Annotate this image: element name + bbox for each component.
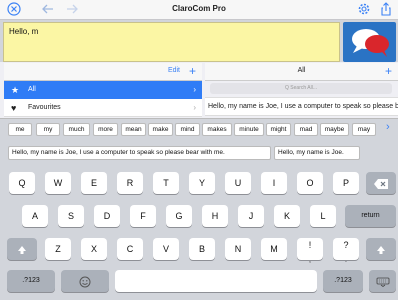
numbers-key-right[interactable]: .?123: [323, 270, 363, 292]
add-category-button[interactable]: +: [189, 64, 196, 78]
heart-icon: ♥: [11, 103, 17, 113]
phrase-search-input[interactable]: Q Search All...: [210, 83, 392, 94]
more-predictions-chevron-icon[interactable]: ›: [386, 121, 390, 133]
key-sub-char: ,: [309, 257, 311, 264]
phrases-title: All: [297, 67, 306, 74]
key-m[interactable]: M: [261, 238, 287, 260]
shift-key-right[interactable]: [366, 238, 396, 260]
word-prediction[interactable]: minute: [234, 123, 264, 136]
key-k[interactable]: K: [274, 205, 300, 227]
word-prediction[interactable]: may: [352, 123, 376, 136]
add-phrase-button[interactable]: +: [385, 64, 392, 78]
hide-keyboard-key[interactable]: [369, 270, 396, 292]
phrase-item[interactable]: Hello, my name is Joe, I use a computer …: [205, 97, 398, 116]
emoji-key[interactable]: [61, 270, 109, 292]
key-e[interactable]: E: [81, 172, 107, 194]
shift-key-left[interactable]: [7, 238, 37, 260]
key-s[interactable]: S: [58, 205, 84, 227]
sentence-prediction[interactable]: Hello, my name is Joe, I use a computer …: [8, 146, 271, 160]
star-icon: ★: [11, 85, 20, 95]
share-icon[interactable]: [378, 2, 394, 18]
phrases-header: All +: [205, 63, 398, 81]
word-prediction[interactable]: more: [93, 123, 118, 136]
top-toolbar: ClaroCom Pro: [0, 0, 398, 20]
category-label: All: [28, 86, 36, 93]
key-j[interactable]: J: [238, 205, 264, 227]
categories-header: Edit +: [4, 63, 202, 81]
word-prediction[interactable]: mind: [175, 123, 200, 136]
key-n[interactable]: N: [225, 238, 251, 260]
key-t[interactable]: T: [153, 172, 179, 194]
backspace-icon: [373, 178, 389, 189]
key-l[interactable]: L: [310, 205, 336, 227]
word-prediction[interactable]: might: [266, 123, 291, 136]
key-p[interactable]: P: [333, 172, 359, 194]
app-title: ClaroCom Pro: [172, 4, 226, 13]
chevron-right-icon: ›: [193, 85, 196, 94]
category-label: Favourites: [28, 104, 61, 111]
category-item-favourites[interactable]: ♥ Favourites ›: [4, 99, 202, 117]
key-main-char: !: [308, 240, 312, 250]
settings-gear-icon[interactable]: [356, 2, 372, 18]
message-text-area[interactable]: Hello, m: [3, 22, 340, 62]
return-key[interactable]: return: [345, 205, 396, 227]
key-sub-char: .: [345, 257, 347, 264]
key-v[interactable]: V: [153, 238, 179, 260]
word-prediction[interactable]: makes: [202, 123, 232, 136]
keyboard-hide-icon: [376, 276, 390, 287]
key-r[interactable]: R: [117, 172, 143, 194]
key-b[interactable]: B: [189, 238, 215, 260]
numbers-key-left[interactable]: .?123: [7, 270, 55, 292]
word-prediction[interactable]: maybe: [320, 123, 349, 136]
key-h[interactable]: H: [202, 205, 228, 227]
word-prediction[interactable]: mean: [121, 123, 146, 136]
key-x[interactable]: X: [81, 238, 107, 260]
word-prediction[interactable]: much: [63, 123, 90, 136]
key-exclamation[interactable]: ! ,: [297, 238, 323, 264]
key-y[interactable]: Y: [189, 172, 215, 194]
sentence-prediction[interactable]: Hello, my name is Joe.: [274, 146, 360, 160]
edit-categories-button[interactable]: Edit: [168, 67, 180, 74]
key-f[interactable]: F: [130, 205, 156, 227]
key-z[interactable]: Z: [45, 238, 71, 260]
key-g[interactable]: G: [166, 205, 192, 227]
word-prediction[interactable]: make: [148, 123, 173, 136]
key-a[interactable]: A: [22, 205, 48, 227]
key-i[interactable]: I: [261, 172, 287, 194]
key-o[interactable]: O: [297, 172, 323, 194]
key-d[interactable]: D: [94, 205, 120, 227]
key-w[interactable]: W: [45, 172, 71, 194]
category-item-all[interactable]: ★ All ›: [4, 81, 202, 99]
shift-arrow-icon: [17, 244, 27, 254]
shift-arrow-icon: [376, 244, 386, 254]
key-c[interactable]: C: [117, 238, 143, 260]
word-prediction[interactable]: me: [8, 123, 32, 136]
speak-button[interactable]: [343, 22, 396, 62]
backspace-key[interactable]: [366, 172, 396, 194]
emoji-icon: [79, 276, 91, 288]
key-q[interactable]: Q: [9, 172, 35, 194]
word-prediction[interactable]: mad: [294, 123, 318, 136]
key-u[interactable]: U: [225, 172, 251, 194]
chevron-right-icon: ›: [193, 103, 196, 112]
word-prediction[interactable]: my: [36, 123, 60, 136]
space-bar[interactable]: [115, 270, 317, 292]
key-question[interactable]: ? .: [333, 238, 359, 264]
key-main-char: ?: [343, 240, 349, 250]
